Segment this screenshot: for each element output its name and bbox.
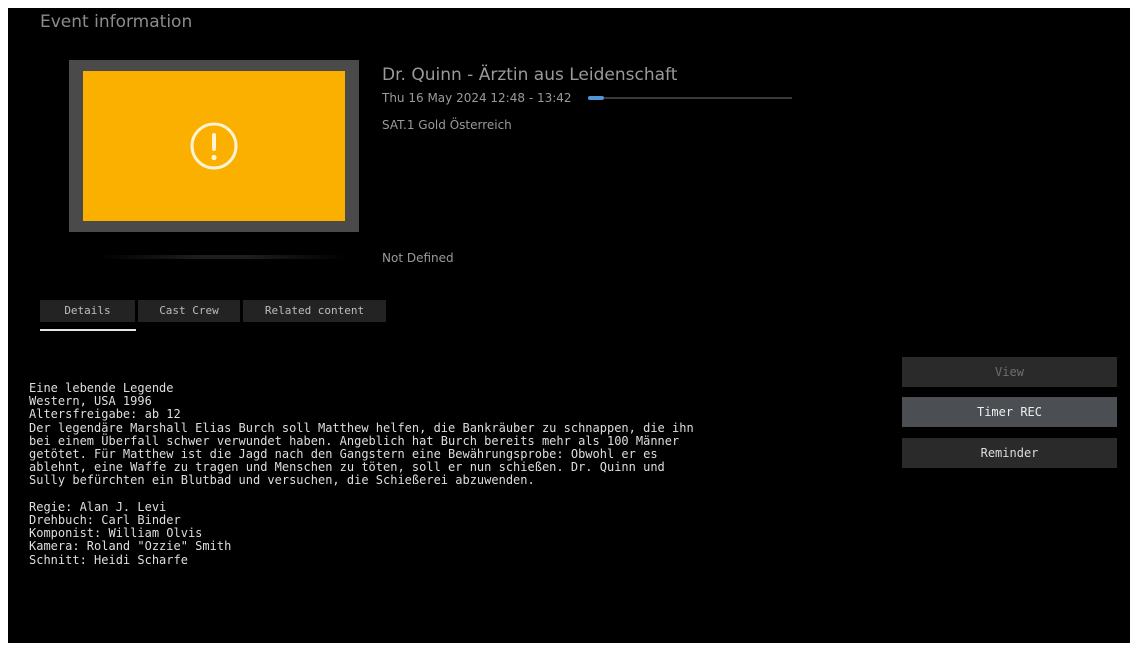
event-title: Dr. Quinn - Ärztin aus Leidenschaft [382, 65, 678, 85]
thumbnail-placeholder [83, 71, 345, 221]
event-progress-fill [588, 96, 605, 100]
timer-rec-button[interactable]: Timer REC [902, 397, 1117, 427]
event-time: Thu 16 May 2024 12:48 - 13:42 [382, 91, 572, 105]
event-genre: Not Defined [382, 251, 454, 265]
view-button[interactable]: View [902, 357, 1117, 387]
selected-tab-indicator [40, 329, 136, 331]
warning-icon [190, 122, 238, 170]
tab-bar: Details Cast Crew Related content [40, 300, 389, 322]
event-info-panel: Event information Dr. Quinn - Ärztin aus… [8, 8, 1130, 643]
tab-cast-crew[interactable]: Cast Crew [138, 300, 240, 322]
page-title: Event information [40, 12, 193, 32]
event-thumbnail [69, 60, 359, 232]
tab-related-content[interactable]: Related content [243, 300, 386, 322]
thumbnail-reflection [98, 255, 348, 259]
event-progress-bar [588, 96, 792, 100]
reminder-button[interactable]: Reminder [902, 438, 1117, 468]
screen: Event information Dr. Quinn - Ärztin aus… [0, 0, 1137, 651]
event-channel: SAT.1 Gold Österreich [382, 118, 512, 132]
tab-details[interactable]: Details [40, 300, 135, 322]
event-description: Eine lebende Legende Western, USA 1996 A… [29, 382, 694, 567]
